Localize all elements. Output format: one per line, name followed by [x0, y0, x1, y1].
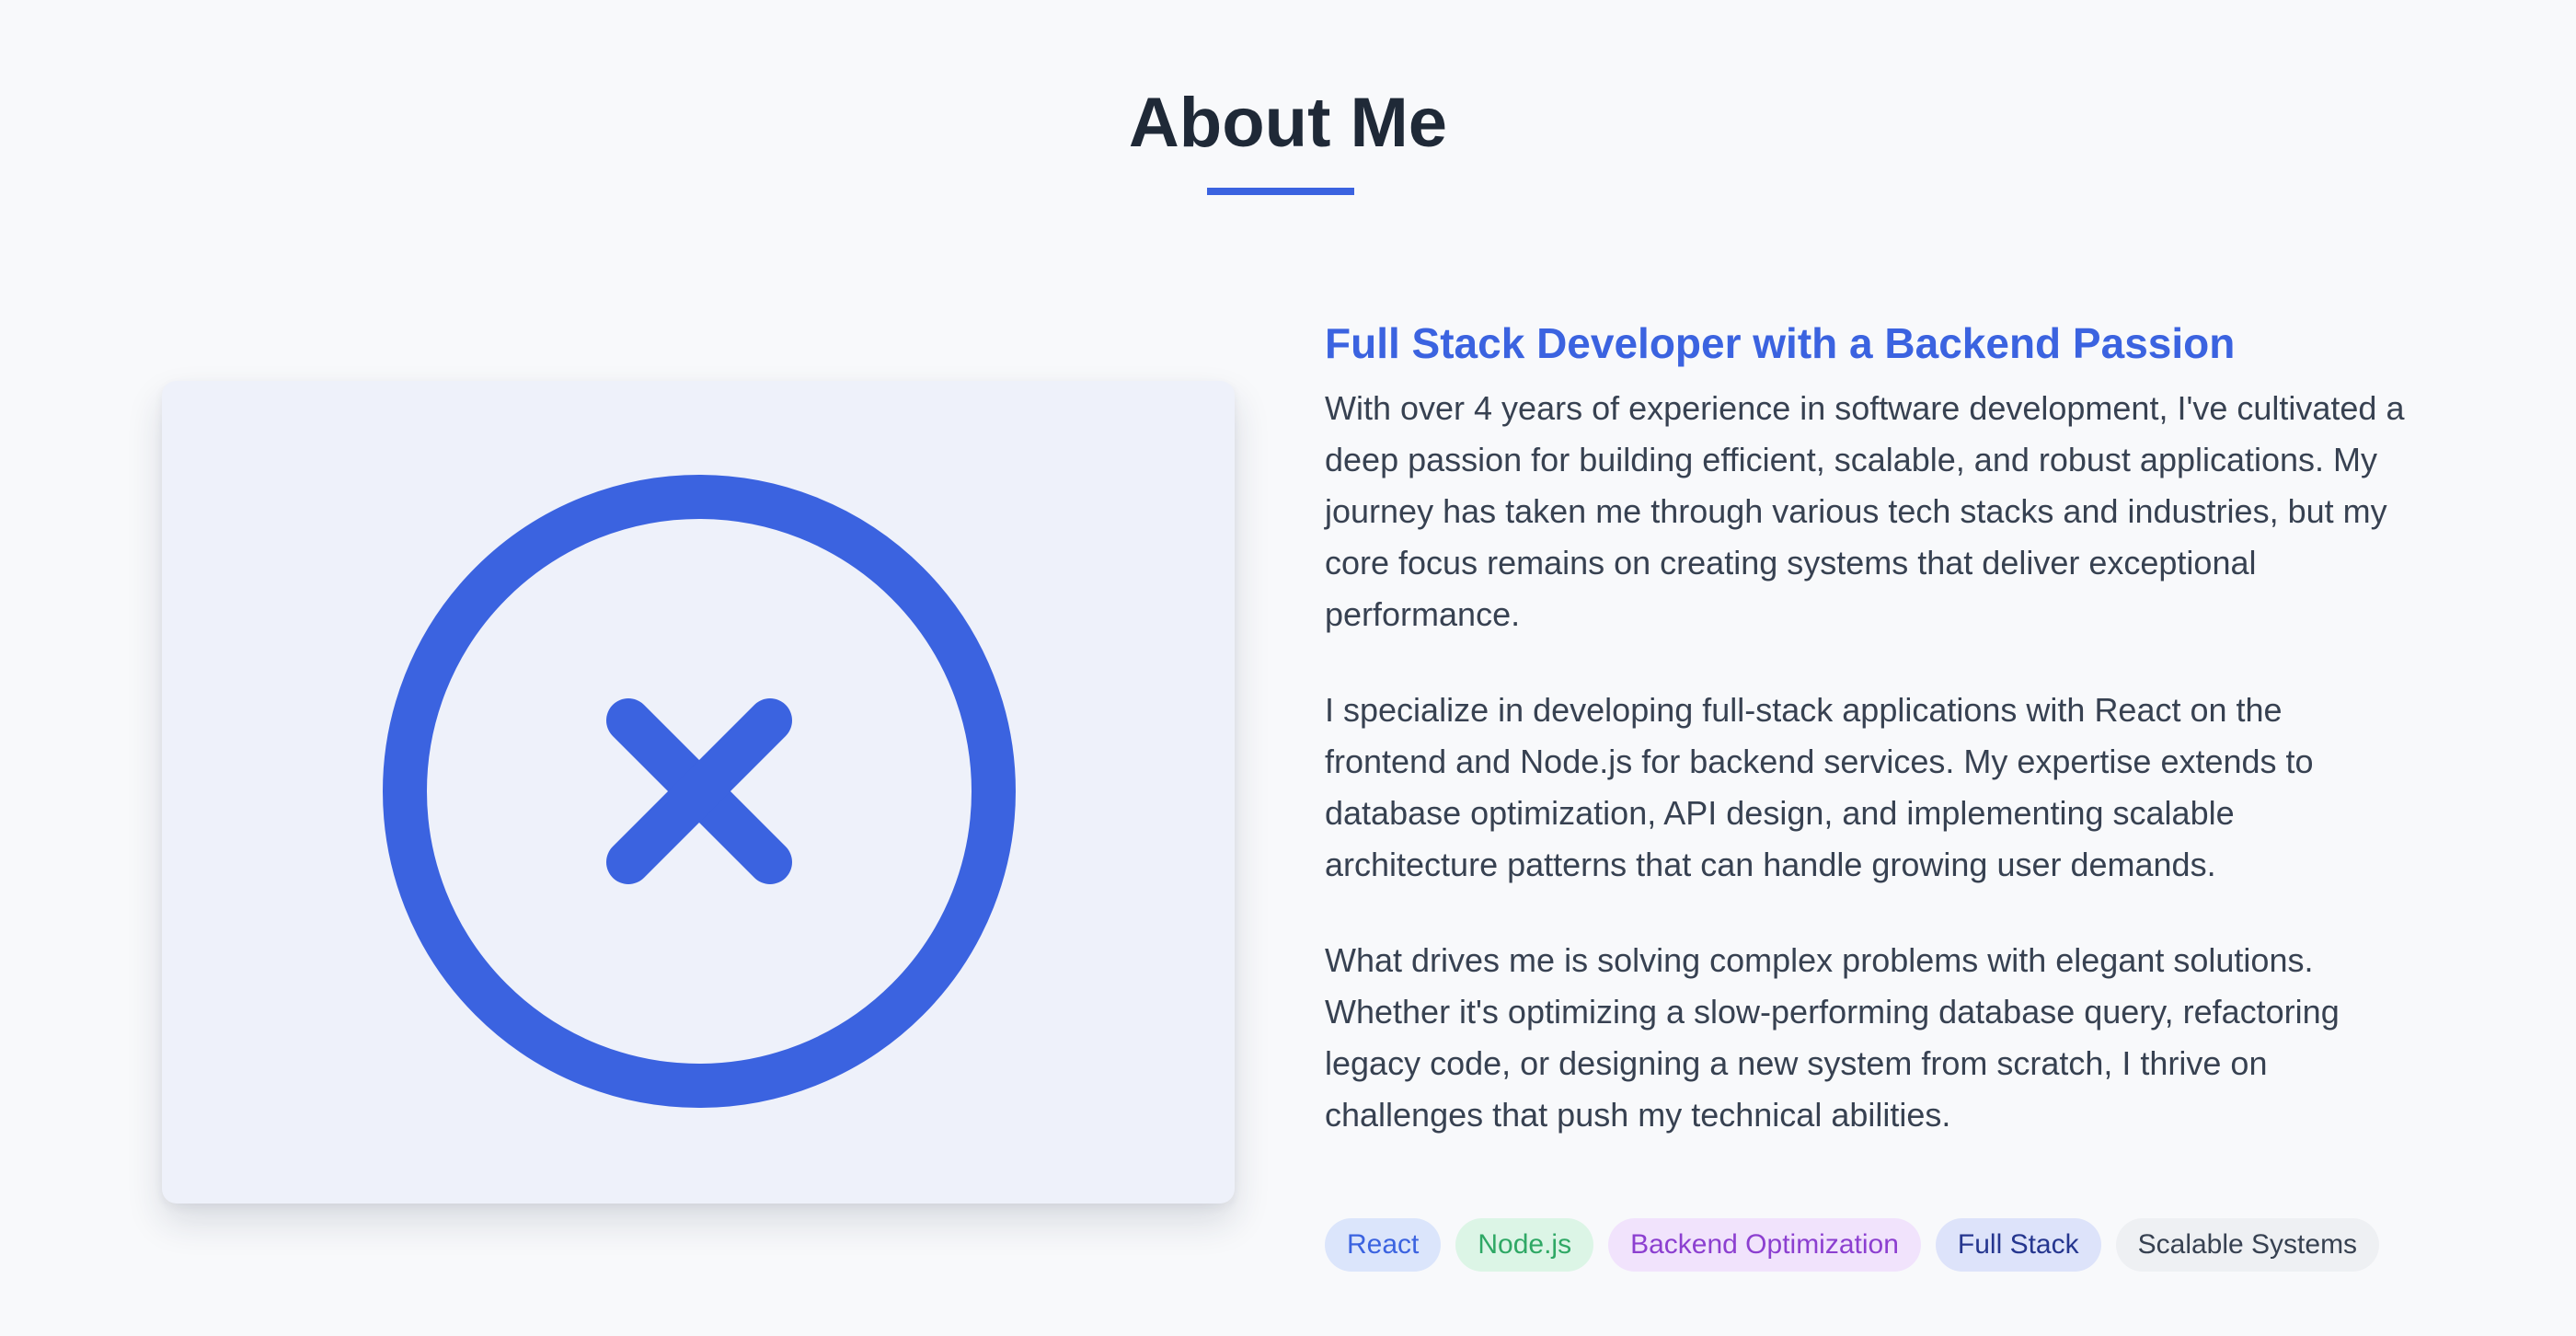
tag-backend-optimization: Backend Optimization [1608, 1218, 1921, 1272]
tag-nodejs: Node.js [1455, 1218, 1594, 1272]
title-underline [1207, 188, 1354, 195]
about-paragraph-2: I specialize in developing full-stack ap… [1325, 691, 2314, 883]
tag-full-stack: Full Stack [1935, 1218, 2101, 1272]
tag-scalable-systems: Scalable Systems [2115, 1218, 2380, 1272]
profile-image-placeholder [162, 381, 1235, 1204]
tag-react: React [1325, 1218, 1442, 1272]
section-title: About Me [1128, 84, 1448, 162]
about-paragraph-3: What drives me is solving complex proble… [1325, 941, 2340, 1134]
skill-tags: React Node.js Backend Optimization Full … [1325, 1218, 2380, 1272]
about-paragraph-1: With over 4 years of experience in softw… [1325, 389, 2405, 633]
about-content: Full Stack Developer with a Backend Pass… [1325, 304, 2410, 1141]
circle-x-icon [383, 475, 1016, 1108]
about-subtitle: Full Stack Developer with a Backend Pass… [1325, 319, 2236, 367]
